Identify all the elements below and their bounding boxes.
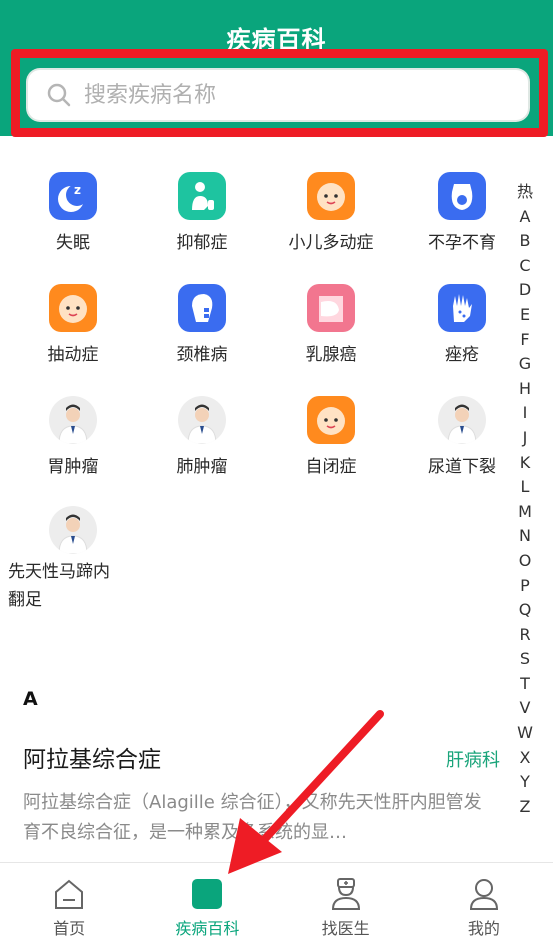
- alpha-index-letter[interactable]: Z: [513, 795, 537, 820]
- profile-icon: [467, 877, 501, 911]
- alpha-index-letter[interactable]: Q: [513, 598, 537, 623]
- alpha-index-letter[interactable]: T: [513, 672, 537, 697]
- alpha-index-letter[interactable]: 热: [513, 180, 537, 205]
- category-label: 先天性马蹄内翻足: [8, 562, 110, 610]
- section-letter: A: [23, 688, 38, 710]
- alpha-index-letter[interactable]: Y: [513, 770, 537, 795]
- breast-icon: [307, 284, 355, 332]
- alpha-index-letter[interactable]: P: [513, 574, 537, 599]
- category-label: 小儿多动症: [288, 233, 374, 253]
- category-item[interactable]: 抑郁症: [137, 172, 267, 253]
- alpha-index-letter[interactable]: R: [513, 623, 537, 648]
- doctor-icon: [329, 877, 363, 911]
- alpha-index-letter[interactable]: D: [513, 278, 537, 303]
- tab-profile[interactable]: 我的: [415, 863, 553, 950]
- alpha-index-letter[interactable]: L: [513, 475, 537, 500]
- child-face-icon: [307, 172, 355, 220]
- category-label: 乳腺癌: [305, 345, 357, 365]
- category-label: 尿道下裂: [428, 457, 496, 477]
- tab-encyclopedia[interactable]: 疾病百科: [138, 863, 276, 950]
- neck-spine-icon: [178, 284, 226, 332]
- category-label: 失眠: [56, 233, 90, 253]
- category-item[interactable]: 乳腺癌: [266, 284, 396, 365]
- alpha-index-letter[interactable]: X: [513, 746, 537, 771]
- doctor-avatar-icon: [438, 396, 486, 444]
- doctor-avatar-icon: [49, 396, 97, 444]
- category-item[interactable]: 胃肿瘤: [8, 396, 138, 477]
- womb-icon: [438, 172, 486, 220]
- category-item[interactable]: 肺肿瘤: [137, 396, 267, 477]
- alpha-index-letter[interactable]: S: [513, 647, 537, 672]
- category-label: 肺肿瘤: [176, 457, 228, 477]
- tab-label: 首页: [53, 919, 86, 938]
- search-highlight-box: [11, 49, 548, 137]
- disease-description: 阿拉基综合症（Alagille 综合征），又称先天性肝内胆管发育不良综合征，是一…: [23, 792, 482, 843]
- category-item[interactable]: 自闭症: [266, 396, 396, 477]
- category-label: 抽动症: [47, 345, 99, 365]
- disease-title[interactable]: 阿拉基综合症: [23, 740, 161, 774]
- category-label: 颈椎病: [176, 345, 228, 365]
- alpha-index-letter[interactable]: W: [513, 721, 537, 746]
- doctor-avatar-icon: [49, 506, 97, 554]
- category-item[interactable]: 不孕不育: [397, 172, 527, 253]
- alpha-index-letter[interactable]: G: [513, 352, 537, 377]
- department-tag[interactable]: 肝病科: [446, 746, 500, 772]
- tab-label: 疾病百科: [175, 919, 240, 938]
- category-item[interactable]: 抽动症: [8, 284, 138, 365]
- category-label: 自闭症: [305, 457, 357, 477]
- alpha-index-letter[interactable]: M: [513, 500, 537, 525]
- tab-home[interactable]: 首页: [0, 863, 138, 950]
- alpha-index-letter[interactable]: C: [513, 254, 537, 279]
- alpha-index-letter[interactable]: O: [513, 549, 537, 574]
- bottom-tab-bar: 首页 疾病百科 找医生 我的: [0, 862, 553, 950]
- alphabet-index[interactable]: 热ABCDEFGHIJKLMNOPQRSTVWXYZ: [513, 180, 537, 819]
- tab-find-doctor[interactable]: 找医生: [277, 863, 415, 950]
- category-label: 抑郁症: [176, 233, 228, 253]
- alpha-index-letter[interactable]: I: [513, 401, 537, 426]
- moon-sleep-icon: z: [49, 172, 97, 220]
- tab-label: 找医生: [321, 919, 370, 938]
- category-item[interactable]: 颈椎病: [137, 284, 267, 365]
- child-face-icon: [49, 284, 97, 332]
- alpha-index-letter[interactable]: A: [513, 205, 537, 230]
- category-item[interactable]: z 失眠: [8, 172, 138, 253]
- category-label: 胃肿瘤: [47, 457, 99, 477]
- child-face-icon: [307, 396, 355, 444]
- alpha-index-letter[interactable]: K: [513, 451, 537, 476]
- doctor-avatar-icon: [178, 396, 226, 444]
- category-item[interactable]: 尿道下裂: [397, 396, 527, 477]
- category-label: 不孕不育: [428, 233, 496, 253]
- alpha-index-letter[interactable]: B: [513, 229, 537, 254]
- alpha-index-letter[interactable]: H: [513, 377, 537, 402]
- category-item[interactable]: 先天性马蹄内翻足: [8, 506, 138, 614]
- tab-label: 我的: [467, 919, 500, 938]
- hand-dots-icon: [438, 284, 486, 332]
- sad-person-icon: [178, 172, 226, 220]
- alpha-index-letter[interactable]: V: [513, 696, 537, 721]
- category-item[interactable]: 痤疮: [397, 284, 527, 365]
- alpha-index-letter[interactable]: E: [513, 303, 537, 328]
- alpha-index-letter[interactable]: N: [513, 524, 537, 549]
- encyclopedia-icon: [190, 877, 224, 911]
- alpha-index-letter[interactable]: F: [513, 328, 537, 353]
- category-item[interactable]: 小儿多动症: [266, 172, 396, 253]
- category-label: 痤疮: [445, 345, 479, 365]
- alpha-index-letter[interactable]: J: [513, 426, 537, 451]
- home-icon: [52, 877, 86, 911]
- svg-text:z: z: [74, 183, 81, 197]
